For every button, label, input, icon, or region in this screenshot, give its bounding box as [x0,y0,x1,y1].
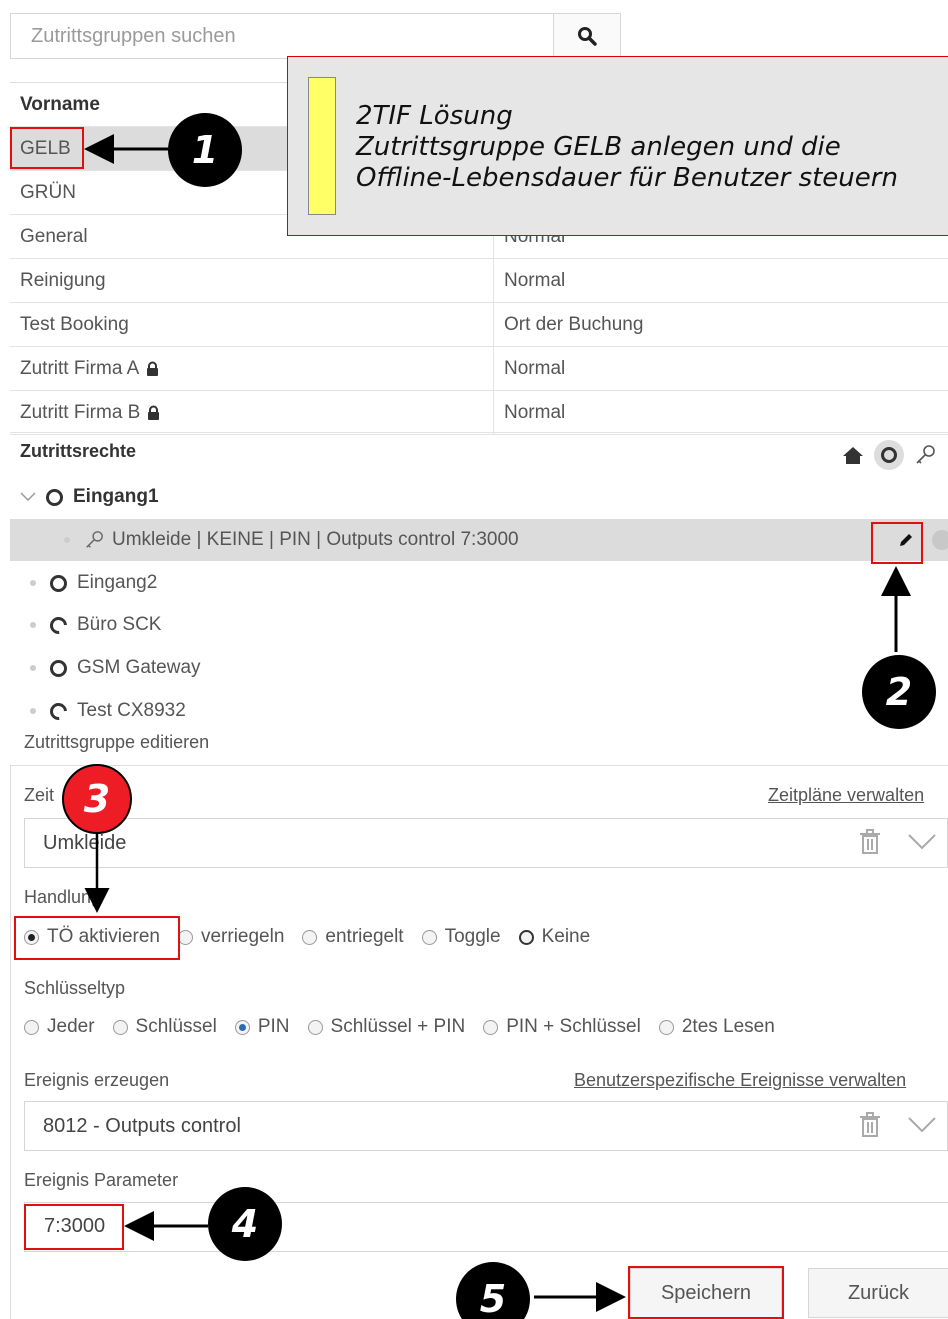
step-badge-4: 4 [208,1187,282,1261]
step-badge-3: 3 [62,764,132,834]
step-badge-2: 2 [862,655,936,729]
step-badge-1: 1 [168,113,242,187]
annotation-arrows [84,134,911,1312]
